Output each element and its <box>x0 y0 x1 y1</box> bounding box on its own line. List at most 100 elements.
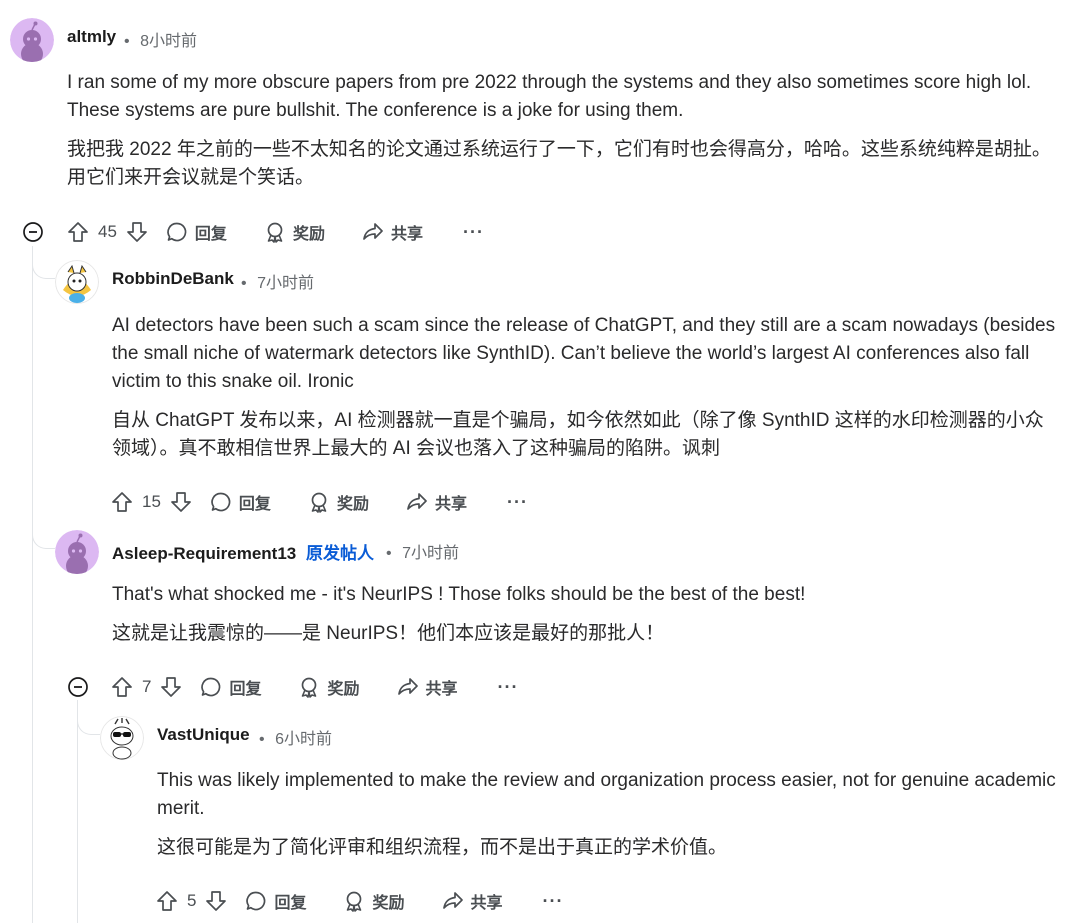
reply-button[interactable]: 回复 <box>165 220 227 244</box>
share-label: 共享 <box>390 226 423 243</box>
timestamp: 8小时前 <box>140 33 197 50</box>
username[interactable]: VastUnique <box>157 725 250 745</box>
reply-label: 回复 <box>274 895 307 912</box>
vote-control: 15 <box>110 490 193 514</box>
meta: • 7小时前 <box>386 539 459 563</box>
upvote-icon[interactable] <box>110 675 134 699</box>
username[interactable]: altmly <box>67 27 116 47</box>
thread-branch-2 <box>32 520 55 549</box>
award-button[interactable]: 奖励 <box>297 675 360 699</box>
more-options-icon[interactable]: ··· <box>543 891 564 912</box>
separator: • <box>241 275 247 292</box>
comment-icon <box>209 490 233 514</box>
share-icon <box>441 889 465 913</box>
vote-count: 15 <box>142 492 161 511</box>
meta: • 8小时前 <box>124 27 197 51</box>
separator: • <box>386 545 392 562</box>
action-bar: 7 回复 奖励 共享 ··· <box>110 672 519 702</box>
thread-line-sub <box>77 700 78 923</box>
comment-text-zh: 我把我 2022 年之前的一些不太知名的论文通过系统运行了一下，它们有时也会得高… <box>67 139 1051 188</box>
downvote-icon[interactable] <box>204 889 228 913</box>
award-label: 奖励 <box>336 496 369 513</box>
collapse-thread-icon[interactable] <box>21 220 45 244</box>
reply-button[interactable]: 回复 <box>209 490 271 514</box>
reply-button[interactable]: 回复 <box>199 675 261 699</box>
avatar[interactable] <box>55 260 99 304</box>
comment-icon <box>199 675 223 699</box>
award-label: 奖励 <box>327 681 360 698</box>
award-icon <box>297 675 321 699</box>
share-icon <box>361 220 385 244</box>
more-options-icon[interactable]: ··· <box>463 222 484 243</box>
comment-text-en: This was likely implemented to make the … <box>157 770 1056 819</box>
avatar[interactable] <box>10 18 54 62</box>
comment-body: AI detectors have been such a scam since… <box>112 312 1062 474</box>
comment-text-zh: 这就是让我震惊的——是 NeurIPS！他们本应该是最好的那批人！ <box>112 623 665 644</box>
vote-count: 7 <box>142 677 152 696</box>
share-label: 共享 <box>434 496 467 513</box>
upvote-icon[interactable] <box>110 490 134 514</box>
avatar[interactable] <box>100 716 144 760</box>
award-icon <box>342 889 366 913</box>
share-icon <box>396 675 420 699</box>
share-button[interactable]: 共享 <box>441 889 503 913</box>
comment-body: This was likely implemented to make the … <box>157 767 1062 873</box>
award-icon <box>263 220 287 244</box>
share-label: 共享 <box>425 681 458 698</box>
timestamp: 7小时前 <box>257 275 314 292</box>
meta: • 7小时前 <box>241 269 314 293</box>
username-link[interactable]: Asleep-Requirement13 <box>112 544 296 563</box>
share-label: 共享 <box>470 895 503 912</box>
vote-control: 7 <box>110 675 183 699</box>
action-bar: 45 回复 奖励 共享 ··· <box>66 217 484 247</box>
vote-control: 5 <box>155 889 228 913</box>
comment-text-zh: 这很可能是为了简化评审和组织流程，而不是出于真正的学术价值。 <box>157 837 728 858</box>
action-bar: 15 回复 奖励 共享 ··· <box>110 487 528 517</box>
thread-branch-3 <box>77 700 100 735</box>
comment-text-en: That's what shocked me - it's NeurIPS ! … <box>112 584 806 605</box>
snoo-avatar-icon <box>55 260 99 304</box>
username[interactable]: RobbinDeBank <box>112 269 234 289</box>
share-button[interactable]: 共享 <box>396 675 458 699</box>
downvote-icon[interactable] <box>159 675 183 699</box>
share-button[interactable]: 共享 <box>405 490 467 514</box>
snoo-avatar-icon <box>55 530 99 574</box>
snoo-avatar-icon <box>10 18 54 62</box>
reply-label: 回复 <box>229 681 262 698</box>
comment-text-en: I ran some of my more obscure papers fro… <box>67 72 1032 121</box>
thread-branch-1 <box>32 246 55 279</box>
vote-control: 45 <box>66 220 149 244</box>
more-options-icon[interactable]: ··· <box>498 677 519 698</box>
award-button[interactable]: 奖励 <box>342 889 405 913</box>
award-button[interactable]: 奖励 <box>263 220 325 244</box>
upvote-icon[interactable] <box>155 889 179 913</box>
meta: • 6小时前 <box>259 725 332 749</box>
separator: • <box>259 731 265 748</box>
timestamp: 7小时前 <box>402 545 459 562</box>
avatar[interactable] <box>55 530 99 574</box>
snoo-avatar-icon <box>100 716 144 760</box>
comment-body: That's what shocked me - it's NeurIPS ! … <box>112 581 1062 659</box>
collapse-thread-icon[interactable] <box>66 675 90 699</box>
share-icon <box>405 490 429 514</box>
username: Asleep-Requirement13 原发帖人 <box>112 539 374 564</box>
reply-button[interactable]: 回复 <box>244 889 306 913</box>
downvote-icon[interactable] <box>125 220 149 244</box>
timestamp: 6小时前 <box>275 731 332 748</box>
thread-line-root <box>32 246 33 923</box>
action-bar: 5 回复 奖励 共享 ··· <box>155 886 564 916</box>
comment-text-zh: 自从 ChatGPT 发布以来，AI 检测器就一直是个骗局，如今依然如此（除了像… <box>112 410 1044 459</box>
comment-body: I ran some of my more obscure papers fro… <box>67 69 1057 203</box>
downvote-icon[interactable] <box>169 490 193 514</box>
award-label: 奖励 <box>372 895 405 912</box>
op-badge: 原发帖人 <box>305 544 374 563</box>
award-label: 奖励 <box>292 226 325 243</box>
more-options-icon[interactable]: ··· <box>507 492 528 513</box>
vote-count: 45 <box>98 222 117 241</box>
vote-count: 5 <box>187 891 197 910</box>
comment-icon <box>165 220 189 244</box>
award-button[interactable]: 奖励 <box>307 490 369 514</box>
reply-label: 回复 <box>194 226 227 243</box>
upvote-icon[interactable] <box>66 220 90 244</box>
share-button[interactable]: 共享 <box>361 220 423 244</box>
